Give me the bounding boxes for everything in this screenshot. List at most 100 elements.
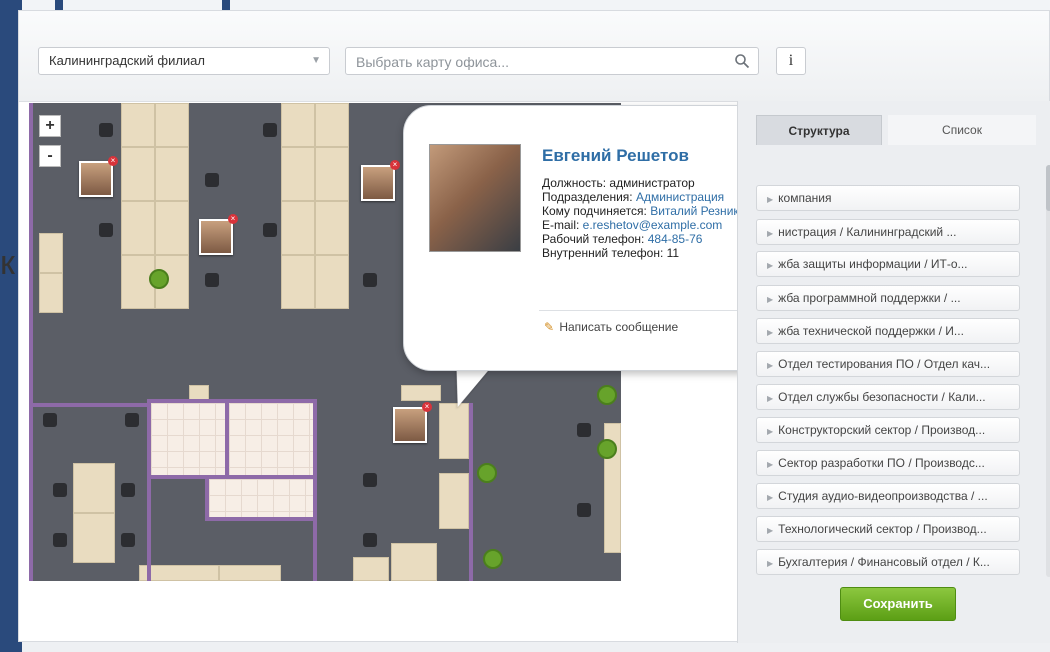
employee-details: Должность: администратор Подразделения: … [542, 176, 752, 260]
email-link[interactable]: e.reshetov@example.com [583, 218, 723, 232]
desk [155, 103, 189, 147]
department-item[interactable]: ▶ Конструкторский сектор / Производ... [756, 417, 1020, 443]
department-label: Технологический сектор / Производ... [778, 522, 987, 536]
background-letter: к [0, 244, 15, 282]
work-phone-link[interactable]: 484-85-76 [648, 232, 703, 246]
scrollbar-thumb[interactable] [1046, 165, 1050, 211]
tab-structure[interactable]: Структура [756, 115, 882, 145]
write-message-label: Написать сообщение [559, 320, 679, 334]
chair [121, 483, 135, 497]
expand-icon: ▶ [767, 427, 774, 436]
remove-icon[interactable]: × [228, 214, 238, 224]
desk [401, 385, 441, 401]
expand-icon: ▶ [767, 361, 774, 370]
department-item[interactable]: ▶ Технологический сектор / Производ... [756, 516, 1020, 542]
employee-avatar[interactable]: × [79, 156, 118, 197]
save-button[interactable]: Сохранить [840, 587, 956, 621]
department-item[interactable]: ▶ жба защиты информации / ИТ-о... [756, 251, 1020, 277]
desk [219, 565, 281, 581]
chair [363, 533, 377, 547]
desk [39, 233, 63, 273]
restroom [205, 475, 317, 521]
employee-name[interactable]: Евгений Решетов [542, 146, 689, 166]
zoom-in-button[interactable]: + [39, 115, 61, 137]
employee-avatar[interactable]: × [199, 214, 238, 255]
internal-phone-value: 11 [666, 246, 680, 260]
toolbar: Калининградский филиал ▼ i [19, 11, 1049, 102]
office-search-input[interactable] [354, 52, 728, 72]
chair [43, 413, 57, 427]
restroom [225, 399, 317, 479]
plant-icon [477, 463, 497, 483]
map-wall [469, 403, 473, 581]
zoom-out-button[interactable]: - [39, 145, 61, 167]
search-icon[interactable] [734, 53, 750, 69]
desk [73, 513, 115, 563]
desk [315, 103, 349, 147]
expand-icon: ▶ [767, 394, 774, 403]
remove-icon[interactable]: × [108, 156, 118, 166]
department-label: Отдел службы безопасности / Кали... [778, 390, 986, 404]
chair [125, 413, 139, 427]
plant-icon [597, 385, 617, 405]
office-search [345, 47, 759, 75]
desk [121, 147, 155, 201]
branch-select[interactable]: Калининградский филиал ▼ [38, 47, 330, 75]
chair [121, 533, 135, 547]
email-label: E-mail: [542, 218, 583, 232]
department-item[interactable]: ▶ жба технической поддержки / И... [756, 318, 1020, 344]
desk [155, 201, 189, 255]
department-item[interactable]: ▶ Студия аудио-видеопроизводства / ... [756, 483, 1020, 509]
map-wall [313, 475, 317, 581]
department-label: жба технической поддержки / И... [778, 324, 964, 338]
remove-icon[interactable]: × [390, 160, 400, 170]
desk [315, 255, 349, 309]
desk [281, 255, 315, 309]
department-label: Отдел тестирования ПО / Отдел кач... [778, 357, 991, 371]
department-item[interactable]: ▶ Отдел службы безопасности / Кали... [756, 384, 1020, 410]
expand-icon: ▶ [767, 328, 774, 337]
chair [205, 173, 219, 187]
plant-icon [149, 269, 169, 289]
expand-icon: ▶ [767, 559, 774, 568]
internal-phone-label: Внутренний телефон: [542, 246, 667, 260]
desk [281, 201, 315, 255]
chair [577, 503, 591, 517]
position-label: Должность: [542, 176, 610, 190]
tab-list[interactable]: Список [888, 115, 1036, 145]
map-wall [29, 103, 33, 581]
department-label: жба защиты информации / ИТ-о... [778, 257, 968, 271]
scrollbar-track[interactable] [1046, 165, 1050, 577]
write-message-link[interactable]: ✎ Написать сообщение [544, 320, 678, 334]
plant-icon [483, 549, 503, 569]
desk [439, 473, 469, 529]
department-item[interactable]: ▶ Бухгалтерия / Финансовый отдел / К... [756, 549, 1020, 575]
expand-icon: ▶ [767, 493, 774, 502]
background-top-strip [22, 0, 1050, 10]
department-item[interactable]: ▶ компания [756, 185, 1020, 211]
employee-avatar[interactable]: × [361, 160, 400, 201]
manager-label: Кому подчиняется: [542, 204, 651, 218]
desk [281, 103, 315, 147]
chair [99, 223, 113, 237]
desk [121, 201, 155, 255]
office-map-window: Калининградский филиал ▼ i [18, 10, 1050, 643]
department-link[interactable]: Администрация [636, 190, 724, 204]
desk [281, 147, 315, 201]
chair [363, 273, 377, 287]
desk [39, 273, 63, 313]
department-item[interactable]: ▶ нистрация / Калининградский ... [756, 219, 1020, 245]
department-label: Сектор разработки ПО / Производс... [778, 456, 985, 470]
department-item[interactable]: ▶ Отдел тестирования ПО / Отдел кач... [756, 351, 1020, 377]
department-item[interactable]: ▶ Сектор разработки ПО / Производс... [756, 450, 1020, 476]
info-button[interactable]: i [776, 47, 806, 75]
department-label: Студия аудио-видеопроизводства / ... [778, 489, 988, 503]
department-label: жба программной поддержки / ... [778, 291, 961, 305]
remove-icon[interactable]: × [422, 402, 432, 412]
department-item[interactable]: ▶ жба программной поддержки / ... [756, 285, 1020, 311]
expand-icon: ▶ [767, 295, 774, 304]
employee-avatar-selected[interactable]: × [393, 402, 432, 443]
chair [99, 123, 113, 137]
desk [139, 565, 219, 581]
work-phone-label: Рабочий телефон: [542, 232, 648, 246]
